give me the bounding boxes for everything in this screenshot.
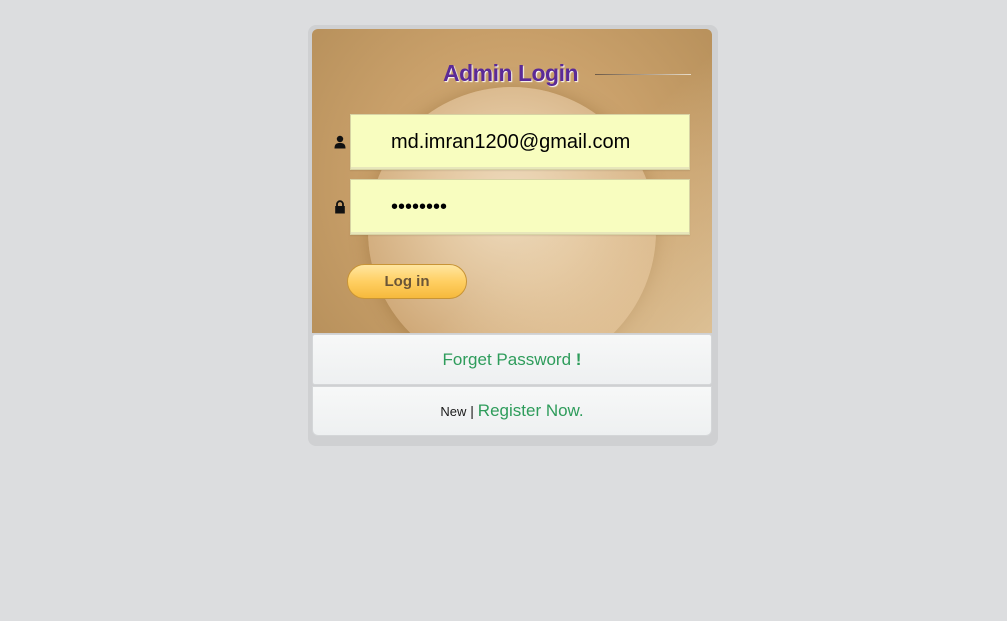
- forget-password-text: Forget Password: [442, 350, 572, 369]
- login-frame: Admin Login Log in Forget Password ! New…: [308, 25, 718, 446]
- title-divider: [595, 74, 691, 75]
- link-separator: |: [470, 403, 474, 419]
- new-label: New: [440, 404, 467, 419]
- forget-password-link[interactable]: Forget Password !: [443, 350, 582, 370]
- password-field-box: [350, 179, 690, 235]
- register-panel: New | Register Now.: [312, 386, 712, 436]
- user-icon: [334, 135, 346, 149]
- forget-password-panel: Forget Password !: [312, 334, 712, 385]
- password-field[interactable]: [351, 180, 689, 234]
- email-field-box: [350, 114, 690, 170]
- lock-icon: [335, 200, 345, 214]
- forget-password-exclamation: !: [575, 350, 582, 369]
- login-card: Admin Login Log in: [312, 29, 712, 333]
- login-button[interactable]: Log in: [347, 264, 467, 299]
- page-title: Admin Login: [443, 60, 579, 86]
- register-row: New | Register Now.: [313, 401, 711, 421]
- register-now-link[interactable]: Register Now.: [478, 401, 584, 420]
- email-field[interactable]: [351, 115, 689, 169]
